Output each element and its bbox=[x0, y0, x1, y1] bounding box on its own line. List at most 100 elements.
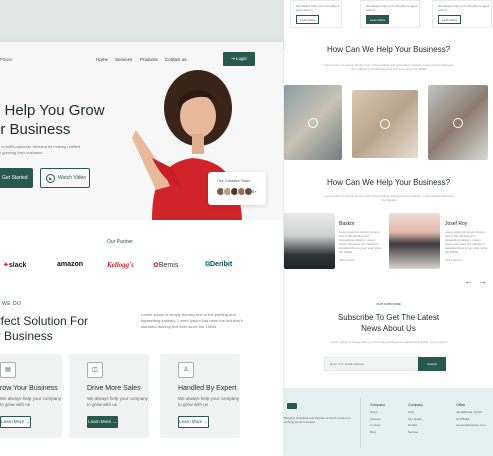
solution-title-line2: ur Business bbox=[0, 329, 53, 343]
subscribe-label: OUR SUBSCRIBE bbox=[376, 302, 401, 306]
subscribe-subtitle: Lorem Ipsum is simply dummy text of the … bbox=[330, 340, 448, 344]
service-card-small: We always help your company to grow with… bbox=[290, 0, 342, 28]
service-title: row Your Business bbox=[0, 385, 58, 392]
nav-home[interactable]: Home bbox=[96, 57, 108, 62]
footer-column: Office Jamalkhana, Sylhet 01378462 suppo… bbox=[456, 403, 486, 430]
service-desc: We always help your company to grow with… bbox=[0, 396, 61, 407]
team-member-desc: Lorem Ipsum is simply dummy text of the … bbox=[339, 230, 382, 254]
team-more-count: 5+ bbox=[252, 189, 257, 194]
team-member-role: SEO Expert bbox=[339, 258, 355, 262]
footer-link[interactable]: Blog bbox=[370, 430, 385, 434]
service-card-text: We always help your company to grow with… bbox=[296, 4, 340, 12]
search-button[interactable]: Search bbox=[418, 357, 446, 371]
learn-more-button[interactable]: Learn More → bbox=[0, 416, 31, 428]
login-button[interactable]: ⇥ Login bbox=[223, 52, 255, 66]
arrow-left-icon[interactable]: ← bbox=[464, 276, 473, 286]
service-title: Handled By Expert bbox=[178, 385, 237, 392]
service-desc: We always help your company to grow with… bbox=[87, 396, 148, 407]
footer-link[interactable]: Our Goals bbox=[408, 417, 423, 421]
solution-description: Lorem Ipsum is simply dummy text of the … bbox=[141, 312, 243, 329]
nav-contact[interactable]: Contact us bbox=[165, 57, 187, 62]
we-do-label: WE DO bbox=[2, 301, 22, 307]
help-section-title: How Can We Help Your Business? bbox=[326, 45, 451, 54]
footer: Bringing simplified and liberate as fres… bbox=[284, 388, 493, 456]
kelloggs-logo: Kellogg's bbox=[107, 261, 134, 269]
footer-info: 01378462 bbox=[456, 416, 470, 421]
partner-label: Our Partner bbox=[106, 239, 134, 245]
footer-info: Jamalkhana, Sylhet bbox=[456, 410, 483, 414]
play-icon: ▶ bbox=[46, 174, 55, 183]
creative-team-label: Our Creative Team bbox=[217, 178, 251, 183]
chart-icon: ▤ bbox=[0, 362, 16, 378]
team-member-desc: Lorem Ipsum is simply dummy text of the … bbox=[445, 230, 488, 254]
team-member-name: Josef Roy bbox=[445, 221, 468, 227]
footer-column: Company FAQ Our Goals Details Service bbox=[408, 403, 423, 436]
solution-title-line1: erfect Solution For bbox=[0, 314, 89, 328]
learn-more-button[interactable]: Learn More bbox=[366, 15, 390, 24]
landing-page-preview: We always help your company to grow with… bbox=[284, 0, 493, 456]
creative-team-card: Our Creative Team 5+ bbox=[208, 172, 266, 205]
learn-more-button[interactable]: Learn More → bbox=[178, 416, 209, 428]
learn-more-button[interactable]: Learn More → bbox=[87, 416, 118, 428]
service-card-text: We always help your company to grow with… bbox=[438, 4, 490, 12]
footer-link[interactable]: FAQ bbox=[408, 410, 423, 414]
play-icon[interactable] bbox=[453, 117, 463, 128]
service-card: ◫ Drive More Sales We always help your c… bbox=[69, 354, 149, 438]
hero-title-line2: ur Business bbox=[0, 121, 71, 138]
footer-divider bbox=[360, 398, 361, 448]
team-meeting-photo bbox=[428, 85, 488, 160]
slack-logo: ✦slack bbox=[3, 262, 27, 269]
team-meeting-photo bbox=[352, 90, 418, 158]
footer-brand-text: Bringing simplified and liberate as fres… bbox=[284, 416, 351, 424]
nav-services[interactable]: Services bbox=[115, 57, 132, 62]
subscribe-title-line2: News About Us bbox=[361, 324, 416, 333]
hero-subtitle: e is to fulfill customer demand by makin… bbox=[0, 144, 81, 155]
service-card: ♙ Handled By Expert We always help your … bbox=[160, 354, 240, 438]
hero-section: Platos Home Services Products Contact us… bbox=[0, 42, 283, 220]
learn-more-button[interactable]: Learn More bbox=[438, 15, 462, 24]
footer-heading: Company bbox=[408, 403, 423, 407]
service-card-small: We always help your company to grow with… bbox=[432, 0, 492, 28]
footer-link[interactable]: Details bbox=[408, 423, 423, 427]
amazon-logo: amazon bbox=[57, 261, 84, 268]
watch-video-label: Watch Video bbox=[58, 175, 87, 181]
learn-more-button[interactable]: Learn More bbox=[296, 15, 320, 24]
footer-column: Company Team Careers Contact Blog bbox=[370, 403, 385, 436]
bemis-logo: ✿Bemis bbox=[153, 262, 179, 269]
login-label: Login bbox=[236, 56, 248, 61]
subscribe-title-line1: Subscribe To Get The Latest bbox=[337, 313, 440, 322]
main-page-preview: Platos Home Services Products Contact us… bbox=[0, 42, 283, 456]
watch-video-button[interactable]: ▶ Watch Video bbox=[40, 168, 90, 188]
brand-logo-icon bbox=[287, 403, 297, 409]
user-icon: ♙ bbox=[178, 362, 194, 378]
team-meeting-photo bbox=[284, 85, 342, 160]
help-section-subtitle-2: Lorem Ipsum is simply dummy text of the … bbox=[324, 194, 454, 202]
email-placeholder: Enter Your Email Address bbox=[330, 362, 365, 366]
service-title: Drive More Sales bbox=[87, 385, 141, 392]
team-member-role: Sell Engineer bbox=[445, 258, 463, 262]
footer-link[interactable]: Service bbox=[408, 430, 423, 434]
get-started-button[interactable]: Get Started bbox=[0, 168, 33, 188]
team-member-photo bbox=[389, 213, 440, 269]
play-icon[interactable] bbox=[380, 119, 390, 129]
service-card-text: We always help your company to grow with… bbox=[366, 4, 418, 12]
footer-heading: Office bbox=[456, 403, 466, 407]
sales-icon: ◫ bbox=[87, 362, 103, 378]
nav-products[interactable]: Products bbox=[140, 57, 158, 62]
arrow-right-icon[interactable]: → bbox=[478, 276, 487, 286]
footer-link[interactable]: Team bbox=[370, 410, 385, 414]
hero-title-line1: e Help You Grow bbox=[0, 102, 105, 119]
logo[interactable]: Platos bbox=[0, 57, 13, 62]
footer-info: support@support.com bbox=[456, 423, 486, 427]
service-card-small: We always help your company to grow with… bbox=[360, 0, 420, 28]
play-icon[interactable] bbox=[308, 117, 318, 128]
deribit-logo: ⧉Deribit bbox=[205, 261, 233, 268]
team-member-name: Baskor bbox=[339, 221, 355, 227]
footer-link[interactable]: Contact bbox=[370, 423, 385, 427]
footer-heading: Company bbox=[370, 403, 385, 407]
team-member-photo bbox=[284, 213, 335, 269]
service-desc: We always help your company to grow with… bbox=[178, 396, 239, 407]
footer-link[interactable]: Careers bbox=[370, 417, 385, 421]
help-section-title-2: How Can We Help Your Business? bbox=[326, 178, 451, 187]
service-card: ▤ row Your Business We always help your … bbox=[0, 354, 62, 438]
